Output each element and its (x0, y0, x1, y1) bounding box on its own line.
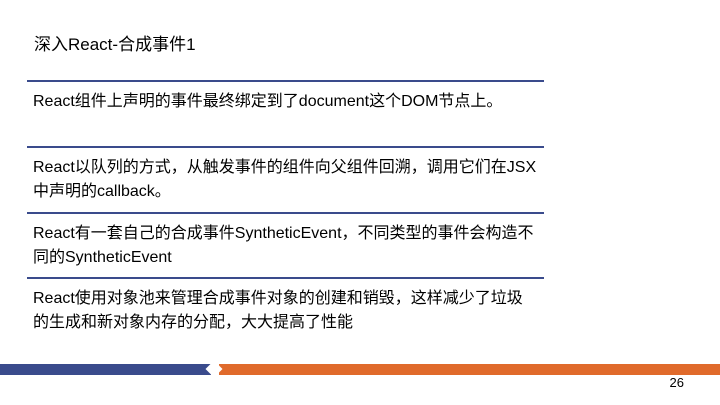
page-number: 26 (669, 375, 684, 390)
footer-bar-orange (219, 364, 720, 375)
bullet-card-1: React组件上声明的事件最终绑定到了document这个DOM节点上。 (27, 80, 544, 114)
slide-title: 深入React-合成事件1 (34, 35, 196, 54)
bullet-card-2: React以队列的方式，从触发事件的组件向父组件回溯，调用它们在JSX中声明的c… (27, 146, 544, 204)
bullet-card-3: React有一套自己的合成事件SyntheticEvent，不同类型的事件会构造… (27, 212, 544, 270)
footer-bar-blue (0, 364, 211, 375)
bullet-card-4: React使用对象池来管理合成事件对象的创建和销毁，这样减少了垃圾的生成和新对象… (27, 277, 544, 335)
